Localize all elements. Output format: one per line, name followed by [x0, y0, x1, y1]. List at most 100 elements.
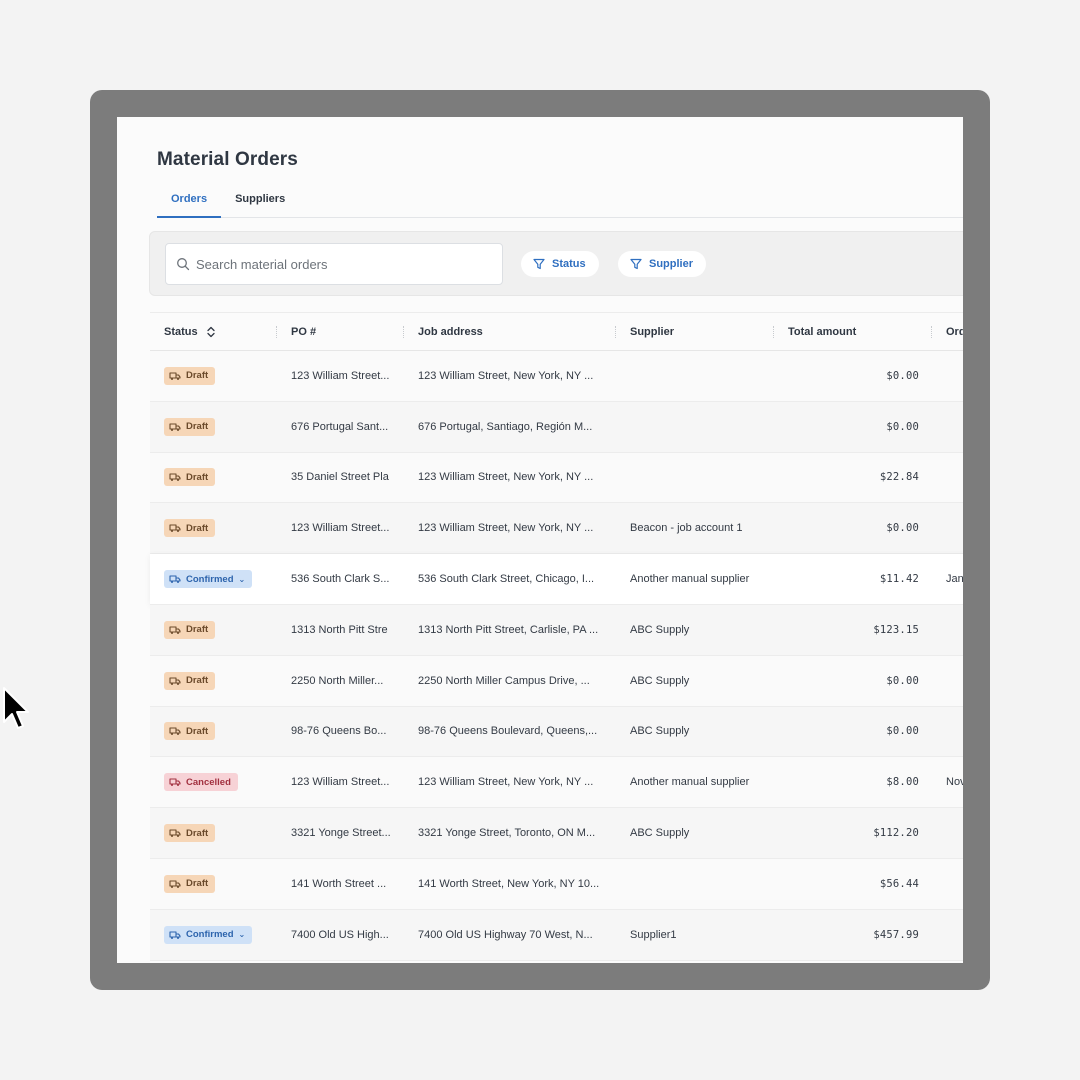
column-header-job-address[interactable]: Job address	[404, 313, 616, 351]
po-cell: 123 William Street...	[291, 369, 390, 382]
status-label: Draft	[186, 725, 209, 737]
table-header: Status PO # Job address Supplier Total a…	[150, 313, 963, 351]
chevron-down-icon[interactable]: ⌄	[239, 930, 246, 939]
status-cell: Draft	[150, 417, 277, 436]
column-header-supplier[interactable]: Supplier	[616, 313, 774, 351]
status-label: Confirmed	[186, 573, 234, 585]
status-label: Cancelled	[186, 776, 231, 788]
orders-table: Status PO # Job address Supplier Total a…	[150, 312, 963, 961]
po-cell: 536 South Clark S...	[291, 573, 390, 586]
status-cell: Cancelled	[150, 773, 277, 792]
status-badge: Draft	[164, 468, 216, 487]
table-row[interactable]: Draft 123 William Street... 123 William St…	[150, 503, 963, 555]
table-row[interactable]: Draft 676 Portugal Sant... 676 Portugal, S…	[150, 401, 963, 453]
supplier-cell: ABC Supply	[630, 674, 690, 687]
chevron-down-icon[interactable]: ⌄	[239, 575, 246, 584]
search-icon	[177, 258, 190, 271]
truck-icon	[169, 727, 181, 736]
mouse-cursor-icon	[3, 687, 29, 729]
status-badge: Draft	[164, 671, 216, 690]
status-cell: Confirmed ⌄	[150, 570, 277, 589]
table-row[interactable]: Confirmed ⌄ 536 South Clark S... 536 South …	[150, 554, 963, 605]
table-row[interactable]: Draft 2250 North Miller... 2250 North Mill…	[150, 655, 963, 707]
column-header-order-date[interactable]: Ord	[932, 313, 963, 351]
status-badge[interactable]: Confirmed ⌄	[164, 570, 253, 589]
status-badge: Draft	[164, 722, 216, 741]
truck-icon	[169, 575, 181, 584]
order-date-cell: Nov	[946, 776, 963, 789]
job-address-cell: 676 Portugal, Santiago, Región M...	[418, 420, 593, 433]
table-row[interactable]: Cancelled 123 William Street... 123 Willia…	[150, 757, 963, 809]
supplier-cell: ABC Supply	[630, 623, 690, 636]
supplier-cell: Another manual supplier	[630, 776, 750, 789]
tab-suppliers[interactable]: Suppliers	[221, 187, 299, 218]
total-amount-cell: $11.42	[879, 573, 919, 586]
total-amount-cell: $0.00	[886, 522, 919, 535]
total-amount-cell: $0.00	[886, 674, 919, 687]
job-address-cell: 2250 North Miller Campus Drive, ...	[418, 674, 590, 687]
status-label: Draft	[186, 471, 209, 483]
status-label: Confirmed	[186, 929, 234, 941]
status-label: Draft	[186, 675, 209, 687]
status-cell: Draft	[150, 468, 277, 487]
po-cell: 98-76 Queens Bo...	[291, 725, 387, 738]
table-row[interactable]: Draft 3321 Yonge Street... 3321 Yonge Stre…	[150, 808, 963, 859]
total-amount-cell: $0.00	[886, 369, 919, 382]
filter-icon	[630, 258, 642, 270]
job-address-cell: 98-76 Queens Boulevard, Queens,...	[418, 725, 598, 738]
status-badge[interactable]: Confirmed ⌄	[164, 925, 253, 944]
table-row[interactable]: Draft 98-76 Queens Bo... 98-76 Queens Boul…	[150, 706, 963, 758]
sort-icon[interactable]	[206, 326, 216, 338]
status-label: Draft	[186, 878, 209, 890]
truck-icon	[169, 677, 181, 685]
supplier-filter-button[interactable]: Supplier	[618, 251, 707, 277]
table-row[interactable]: Draft 1313 North Pitt Stre 1313 North Pitt…	[150, 604, 963, 656]
truck-icon	[169, 524, 181, 533]
job-address-cell: 123 William Street, New York, NY ...	[418, 776, 594, 789]
status-cell: Draft	[150, 366, 277, 385]
job-address-cell: 141 Worth Street, New York, NY 10...	[418, 877, 600, 890]
status-badge: Cancelled	[164, 773, 238, 792]
truck-icon	[169, 423, 181, 431]
app-screen: Material Orders Orders Suppliers Status …	[117, 117, 963, 963]
status-filter-button[interactable]: Status	[521, 251, 599, 277]
po-cell: 123 William Street...	[291, 522, 390, 535]
supplier-filter-label: Supplier	[649, 258, 694, 270]
status-label: Draft	[186, 827, 209, 839]
job-address-cell: 123 William Street, New York, NY ...	[418, 471, 594, 484]
po-cell: 7400 Old US High...	[291, 928, 389, 941]
column-header-total-amount[interactable]: Total amount	[774, 313, 932, 351]
search-box[interactable]	[165, 243, 503, 285]
truck-icon	[169, 931, 181, 939]
table-body: Draft 123 William Street... 123 William St…	[150, 351, 963, 961]
po-cell: 3321 Yonge Street...	[291, 827, 391, 840]
table-row[interactable]: Draft 141 Worth Street ... 141 Worth Stree…	[150, 858, 963, 910]
search-input[interactable]	[196, 256, 486, 272]
supplier-cell: Another manual supplier	[630, 573, 750, 586]
supplier-cell: Supplier1	[630, 928, 677, 941]
status-badge: Draft	[164, 874, 216, 893]
total-amount-cell: $457.99	[873, 928, 919, 941]
po-cell: 2250 North Miller...	[291, 674, 384, 687]
total-amount-cell: $123.15	[873, 623, 919, 636]
status-label: Draft	[186, 522, 209, 534]
status-cell: Draft	[150, 519, 277, 538]
tab-orders[interactable]: Orders	[157, 187, 222, 218]
column-header-po[interactable]: PO #	[277, 313, 404, 351]
total-amount-cell: $8.00	[886, 776, 919, 789]
job-address-cell: 536 South Clark Street, Chicago, I...	[418, 573, 595, 586]
filter-toolbar: Status Supplier	[149, 231, 963, 296]
status-badge: Draft	[164, 824, 216, 843]
supplier-cell: ABC Supply	[630, 827, 690, 840]
truck-icon	[169, 372, 181, 380]
status-cell: Draft	[150, 671, 277, 690]
table-row[interactable]: Draft 35 Daniel Street Pla 123 William Str…	[150, 452, 963, 504]
table-row[interactable]: Confirmed ⌄ 7400 Old US High... 7400 Old US…	[150, 909, 963, 961]
total-amount-cell: $0.00	[886, 420, 919, 433]
status-badge: Draft	[164, 366, 216, 385]
column-header-status[interactable]: Status	[150, 313, 277, 351]
table-row[interactable]: Draft 123 William Street... 123 William St…	[150, 351, 963, 402]
truck-icon	[169, 880, 181, 888]
total-amount-cell: $0.00	[886, 725, 919, 738]
po-cell: 123 William Street...	[291, 776, 390, 789]
